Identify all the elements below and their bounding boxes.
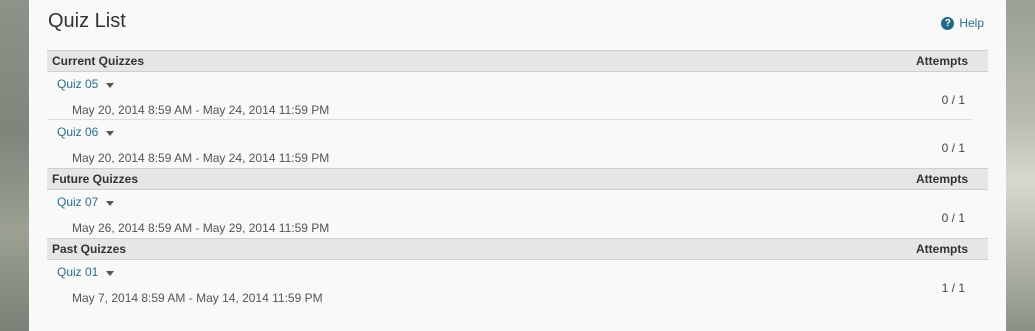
- quiz-attempts: 1 / 1: [941, 281, 965, 295]
- quiz-dates: May 20, 2014 8:59 AM - May 24, 2014 11:5…: [72, 103, 330, 117]
- section-title: Past Quizzes: [52, 242, 127, 256]
- section-title: Future Quizzes: [52, 172, 139, 186]
- help-icon: ?: [941, 16, 955, 30]
- quiz-list-panel: Quiz List ? Help Current Quizzes Attempt…: [29, 0, 1006, 331]
- quiz-name: Quiz 05: [57, 77, 99, 91]
- chevron-down-icon[interactable]: [106, 200, 115, 206]
- quiz-link-quiz-01[interactable]: Quiz 01: [57, 265, 115, 279]
- quiz-dates: May 26, 2014 8:59 AM - May 29, 2014 11:5…: [72, 221, 330, 235]
- section-title: Current Quizzes: [52, 54, 145, 68]
- quiz-dates: May 20, 2014 8:59 AM - May 24, 2014 11:5…: [72, 151, 330, 165]
- help-link[interactable]: ? Help: [941, 16, 984, 30]
- quiz-attempts: 0 / 1: [941, 141, 965, 155]
- section-header-past: Past Quizzes Attempts: [47, 238, 988, 260]
- quiz-name: Quiz 01: [57, 265, 99, 279]
- chevron-down-icon[interactable]: [106, 130, 115, 136]
- attempts-column-header: Attempts: [915, 242, 968, 256]
- section-header-future: Future Quizzes Attempts: [47, 168, 988, 190]
- quiz-row: Quiz 05 May 20, 2014 8:59 AM - May 24, 2…: [47, 72, 972, 120]
- help-label: Help: [959, 16, 984, 30]
- quiz-link-quiz-06[interactable]: Quiz 06: [57, 125, 115, 139]
- quiz-row: Quiz 07 May 26, 2014 8:59 AM - May 29, 2…: [47, 190, 972, 238]
- page-title: Quiz List: [48, 10, 126, 32]
- chevron-down-icon[interactable]: [106, 270, 115, 276]
- quiz-row: Quiz 01 May 7, 2014 8:59 AM - May 14, 20…: [47, 260, 972, 308]
- background-left: [0, 0, 29, 331]
- chevron-down-icon[interactable]: [106, 82, 115, 88]
- quiz-name: Quiz 07: [57, 195, 99, 209]
- quiz-dates: May 7, 2014 8:59 AM - May 14, 2014 11:59…: [72, 291, 323, 305]
- quiz-link-quiz-05[interactable]: Quiz 05: [57, 77, 115, 91]
- quiz-table: Current Quizzes Attempts Quiz 05 May 20,…: [47, 50, 988, 308]
- quiz-name: Quiz 06: [57, 125, 99, 139]
- attempts-column-header: Attempts: [915, 172, 968, 186]
- quiz-attempts: 0 / 1: [941, 93, 965, 107]
- attempts-column-header: Attempts: [915, 54, 968, 68]
- quiz-link-quiz-07[interactable]: Quiz 07: [57, 195, 115, 209]
- quiz-row: Quiz 06 May 20, 2014 8:59 AM - May 24, 2…: [47, 120, 972, 168]
- quiz-attempts: 0 / 1: [941, 211, 965, 225]
- background-right: [1006, 0, 1035, 331]
- section-header-current: Current Quizzes Attempts: [47, 50, 988, 72]
